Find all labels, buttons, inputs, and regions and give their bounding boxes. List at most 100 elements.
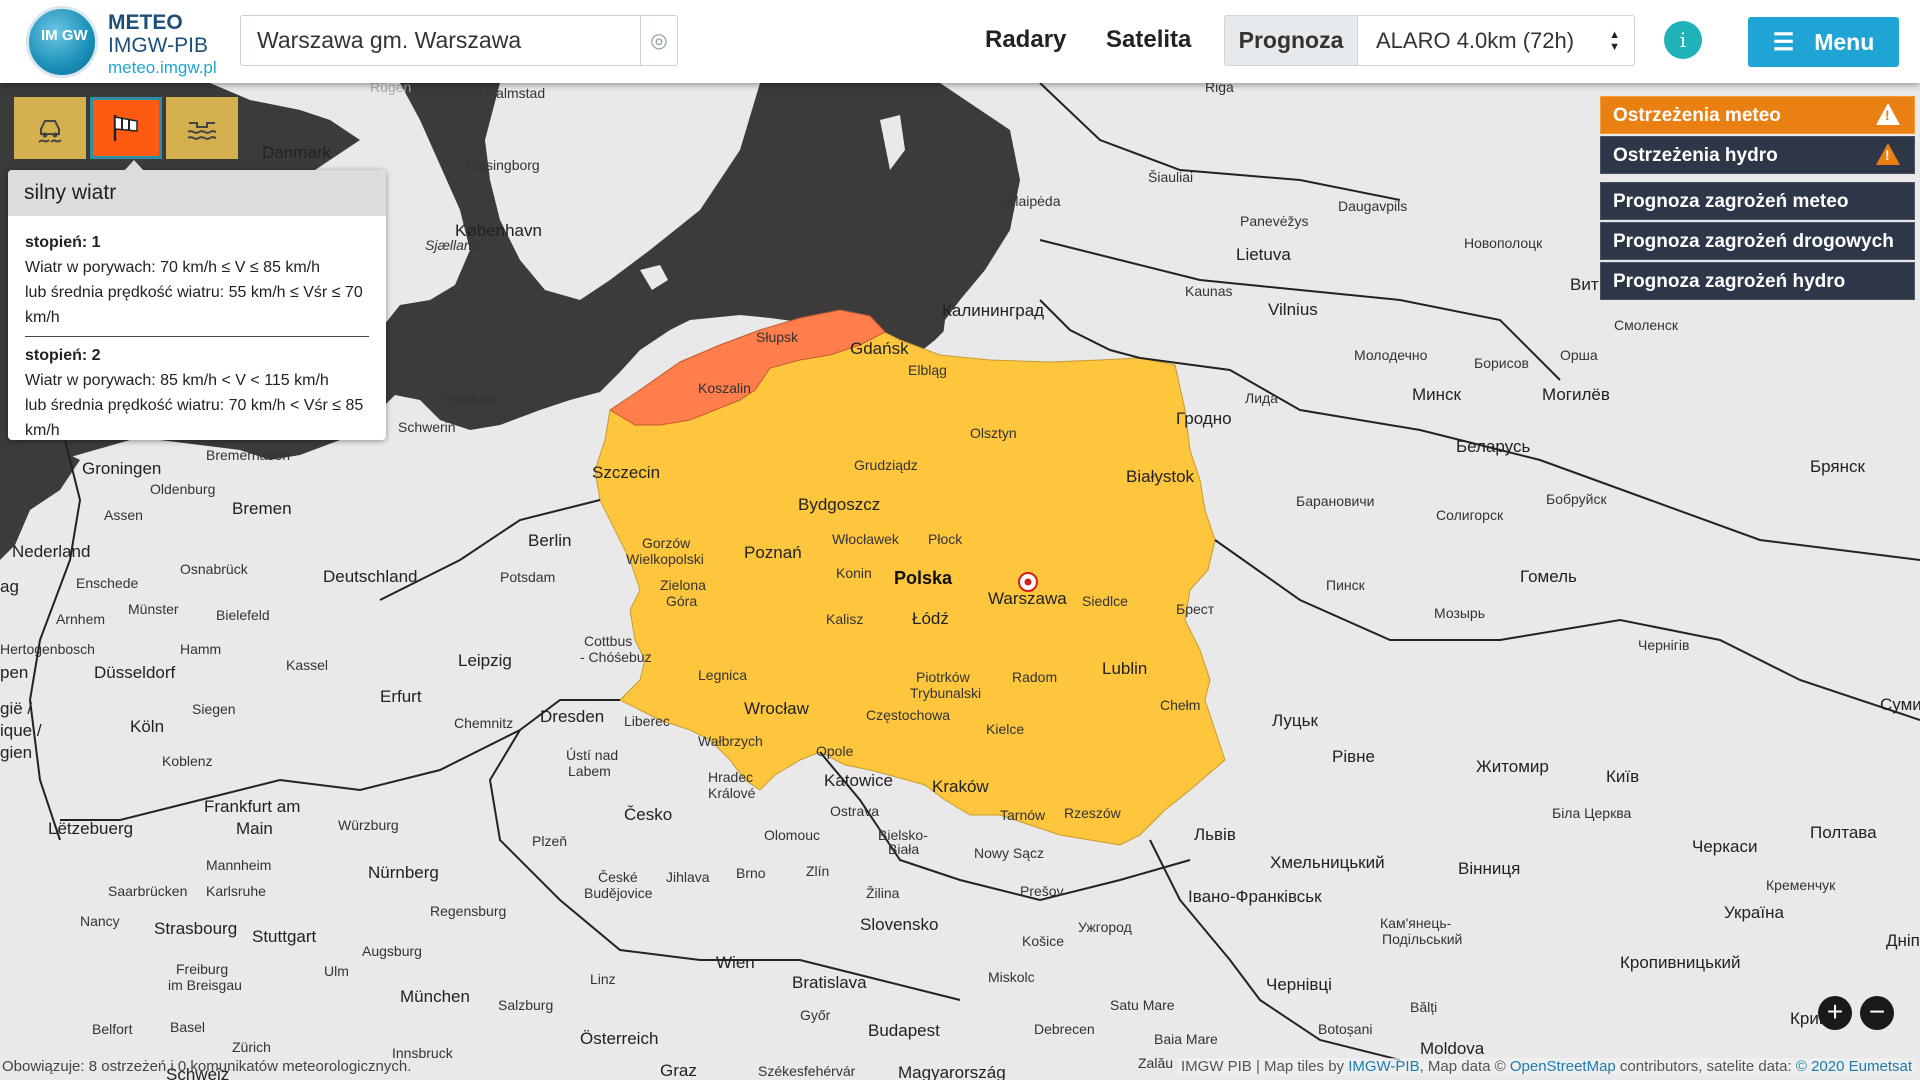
place-label: Saarbrücken [108,883,187,899]
place-label: Česko [624,805,672,824]
place-label: Słupsk [756,329,799,345]
imgw-logo[interactable]: IM GW [26,6,98,78]
place-label: Budějovice [584,885,653,901]
nav-satelita[interactable]: Satelita [1106,26,1191,54]
place-label: Wien [716,953,755,972]
place-label: Мозырь [1434,605,1485,621]
place-label: Rostock [446,391,498,407]
place-label: Daugavpils [1338,198,1407,214]
select-arrows-icon: ▲ ▼ [1609,29,1620,53]
place-label: Чернівці [1266,975,1332,994]
hamburger-icon: ☰ [1772,28,1795,56]
place-label: Львів [1194,825,1236,844]
place-label: Częstochowa [866,707,950,723]
place-label: Zürich [232,1039,271,1055]
menu-item-prognoza-meteo[interactable]: Prognoza zagrożeń meteo [1600,182,1915,220]
menu-label: Menu [1814,28,1875,55]
place-label: ique / [0,721,42,740]
place-label: Ulm [324,963,349,979]
place-label: Liberec [624,713,670,729]
imgw-link[interactable]: IMGW-PIB [1348,1058,1419,1075]
place-label: Пинск [1326,577,1366,593]
place-label: Могилёв [1542,385,1610,404]
level2-title: stopień: 2 [25,347,101,364]
place-label: - Chóśebuz [580,649,652,665]
place-label: Dresden [540,707,604,726]
menu-item-prognoza-hydro[interactable]: Prognoza zagrożeń hydro [1600,262,1915,300]
tab-flood[interactable] [166,97,238,159]
osm-link[interactable]: OpenStreetMap [1510,1058,1616,1075]
eumetsat-link[interactable]: © 2020 Eumetsat [1796,1058,1912,1075]
tab-slippery-road[interactable] [14,97,86,159]
place-label: Wrocław [744,699,810,718]
place-label: Olsztyn [970,425,1017,441]
place-label: Groningen [82,459,161,478]
place-label: gien [0,743,32,762]
place-label: gië / [0,699,32,718]
place-label: Magyarország [898,1063,1006,1080]
brand-name[interactable]: METEO IMGW-PIB meteo.imgw.pl [108,12,217,78]
popup-caret [124,160,144,171]
place-label: Lublin [1102,659,1147,678]
place-label: Potsdam [500,569,555,585]
location-search-input[interactable] [241,16,643,65]
windsock-icon [113,115,138,141]
menu-button[interactable]: ☰ Menu [1748,17,1899,67]
place-label: Cottbus [584,633,632,649]
place-label: Борисов [1474,355,1529,371]
locate-me-icon[interactable]: ◎ [640,16,677,65]
place-label: Salzburg [498,997,553,1013]
place-label: Graz [660,1061,697,1080]
place-label: Trybunalski [910,685,981,701]
place-label: Kielce [986,721,1024,737]
place-label: Київ [1606,767,1639,786]
nav-prognoza[interactable]: Prognoza [1224,15,1358,66]
warnings-panel: Ostrzeżenia meteo ! Ostrzeżenia hydro ! … [1600,96,1915,302]
place-label: Opole [816,743,854,759]
place-label: Kalisz [826,611,863,627]
menu-item-ostrzezenia-hydro[interactable]: Ostrzeżenia hydro ! [1600,136,1915,174]
brand-line2: IMGW-PIB [108,34,208,57]
place-label: Hradec [708,769,753,785]
place-label: Králové [708,785,756,801]
place-label: Полтава [1810,823,1877,842]
place-label: Danmark [262,143,331,162]
place-label: Siedlce [1082,593,1128,609]
info-button[interactable]: i [1664,21,1702,59]
menu-item-ostrzezenia-meteo[interactable]: Ostrzeżenia meteo ! [1600,96,1915,134]
place-label: Labem [568,763,611,779]
place-label: Legnica [698,667,747,683]
nav-radary[interactable]: Radary [985,26,1066,54]
place-label: Włocławek [832,531,900,547]
place-label: Debrecen [1034,1021,1095,1037]
place-label: Radom [1012,669,1057,685]
menu-item-prognoza-drogowych[interactable]: Prognoza zagrożeń drogowych [1600,222,1915,260]
place-label: Молодечно [1354,347,1428,363]
place-label: Assen [104,507,143,523]
place-label: Біла Церква [1552,805,1631,821]
place-label: Hertogenbosch [0,641,95,657]
place-label: Ostrava [830,803,879,819]
tab-strong-wind[interactable] [90,97,162,159]
model-select[interactable]: ALARO 4.0km (72h) ▲ ▼ [1358,15,1635,66]
place-label: Piotrków [916,669,971,685]
slippery-road-icon [38,120,62,143]
place-label: Івано-Франківськ [1188,887,1322,906]
place-label: Черкаси [1692,837,1758,856]
place-label: Erfurt [380,687,422,706]
place-label: Šiauliai [1148,169,1193,185]
zoom-in-button[interactable]: + [1818,996,1852,1030]
place-label: Góra [666,593,697,609]
place-label: Regensburg [430,903,506,919]
place-label: Nürnberg [368,863,439,882]
place-label: Tarnów [1000,807,1046,823]
place-label: Berlin [528,531,571,550]
warsaw-marker-dot [1024,578,1032,586]
attribution-text: contributors, satelite data: [1615,1058,1796,1075]
brand-url: meteo.imgw.pl [108,58,217,77]
warning-legend-popup: silny wiatr stopień: 1 Wiatr w porywach:… [8,170,386,440]
zoom-out-button[interactable]: − [1860,996,1894,1030]
place-label: Kaunas [1185,283,1232,299]
place-label: Бобруйск [1546,491,1607,507]
place-label: Belfort [92,1021,133,1037]
